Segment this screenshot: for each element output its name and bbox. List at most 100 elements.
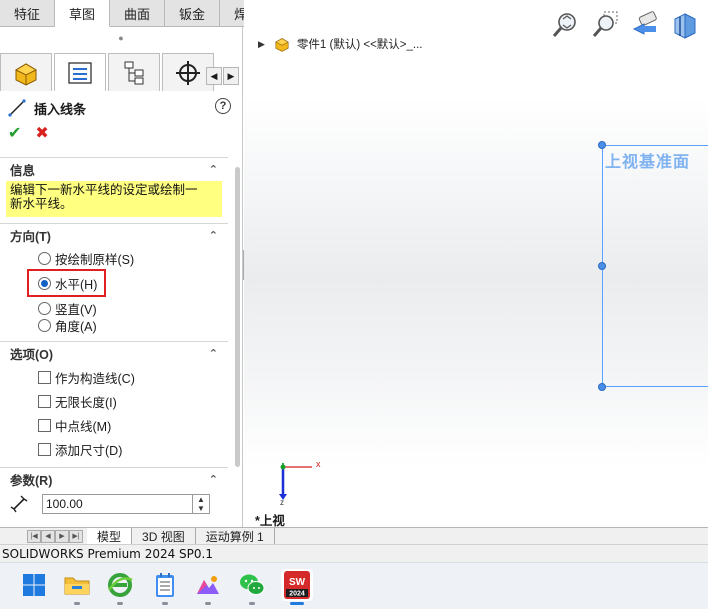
scroll-right-icon[interactable]: ▶ <box>223 67 239 85</box>
info-group-header[interactable]: 信息 ⌃ <box>0 157 228 181</box>
manager-tab-scroll: ◀ ▶ <box>205 67 239 85</box>
options-group-header[interactable]: 选项(O) ⌃ <box>0 341 228 365</box>
collapse-caret-icon[interactable]: ⌃ <box>209 229 218 242</box>
radio-button[interactable] <box>38 301 51 315</box>
length-spinner[interactable]: ▲ ▼ <box>192 495 209 513</box>
wechat-icon[interactable] <box>236 569 268 601</box>
checkbox-construction[interactable]: 作为构造线(C) <box>38 368 135 386</box>
feature-manager-tab[interactable] <box>0 53 52 91</box>
line-tool-icon <box>8 99 26 117</box>
browser-icon[interactable] <box>104 569 136 601</box>
configuration-manager-tab[interactable] <box>108 53 160 91</box>
direction-heading: 方向(T) <box>10 230 51 244</box>
info-message: 编辑下一新水平线的设定或绘制一 新水平线。 <box>6 181 222 217</box>
solidworks-icon[interactable]: SW 2024 <box>281 569 313 601</box>
ok-check-icon[interactable]: ✔ <box>8 123 21 143</box>
prev-tab-icon[interactable]: ◀ <box>41 529 55 543</box>
first-tab-icon[interactable]: |◀ <box>27 529 41 543</box>
checkbox[interactable] <box>38 394 51 408</box>
part-name[interactable]: 零件1 (默认) <<默认>_... <box>297 36 423 52</box>
checkbox[interactable] <box>38 370 51 384</box>
info-text-line-2: 新水平线。 <box>10 197 73 211</box>
checkbox-add-dimensions[interactable]: 添加尺寸(D) <box>38 440 122 458</box>
plane-handle-icon[interactable] <box>598 262 606 270</box>
tab-motion-study[interactable]: 运动算例 1 <box>196 527 275 545</box>
checkbox-label: 中点线(M) <box>55 419 112 434</box>
checkbox-infinite-length[interactable]: 无限长度(I) <box>38 392 117 410</box>
manager-tabs: ◀ ▶ <box>0 51 242 91</box>
ok-cancel-bar: ✔ ✖ <box>8 123 49 143</box>
previous-view-icon[interactable] <box>630 10 660 40</box>
spin-up-icon[interactable]: ▲ <box>197 495 205 504</box>
tab-nav-arrows: |◀ ◀ ▶ ▶| <box>27 529 83 543</box>
tab-sheet-metal[interactable]: 钣金 <box>165 0 221 26</box>
options-group: 选项(O) ⌃ 作为构造线(C) 无限长度(I) 中点线(M) 添加尺寸(D) <box>0 341 228 467</box>
radio-label: 按绘制原样(S) <box>55 252 135 267</box>
zoom-to-area-icon[interactable] <box>590 10 620 40</box>
tab-sketch[interactable]: 草图 <box>55 0 111 27</box>
checkbox-midpoint-line[interactable]: 中点线(M) <box>38 416 111 434</box>
checkbox-label: 无限长度(I) <box>55 395 117 410</box>
active-indicator <box>290 602 304 605</box>
radio-button[interactable] <box>38 251 51 265</box>
radio-vertical[interactable]: 竖直(V) <box>38 299 97 317</box>
tab-features[interactable]: 特征 <box>0 0 56 26</box>
heads-up-view-toolbar <box>550 10 700 40</box>
expand-arrow-icon[interactable]: ▶ <box>258 39 265 50</box>
tab-surfaces[interactable]: 曲面 <box>110 0 166 26</box>
status-bar: SOLIDWORKS Premium 2024 SP0.1 <box>0 544 708 562</box>
page-title: 插入线条 <box>34 101 87 117</box>
radio-button-selected[interactable] <box>38 276 51 290</box>
tab-model[interactable]: 模型 <box>87 527 133 545</box>
radio-button[interactable] <box>38 318 51 332</box>
reference-triad: x z <box>268 458 338 508</box>
direction-group-header[interactable]: 方向(T) ⌃ <box>0 223 228 247</box>
property-manager-tab[interactable] <box>54 53 106 91</box>
spin-down-icon[interactable]: ▼ <box>197 504 205 513</box>
length-value: 100.00 <box>46 497 83 511</box>
plane-handle-icon[interactable] <box>598 141 606 149</box>
checkbox[interactable] <box>38 418 51 432</box>
pane-grip-icon[interactable]: ● <box>0 27 242 49</box>
running-indicator <box>249 602 255 605</box>
scrollbar-thumb[interactable] <box>235 167 240 467</box>
plane-label: 上视基准面 <box>605 154 691 171</box>
plane-handle-icon[interactable] <box>598 383 606 391</box>
options-heading: 选项(O) <box>10 348 54 362</box>
next-tab-icon[interactable]: ▶ <box>55 529 69 543</box>
radio-angle[interactable]: 角度(A) <box>38 316 97 334</box>
radio-horizontal[interactable]: 水平(H) <box>38 274 97 292</box>
checkbox[interactable] <box>38 442 51 456</box>
parameters-group: 参数(R) ⌃ 100.00 ▲ ▼ <box>0 467 228 527</box>
section-view-icon[interactable] <box>670 10 700 40</box>
collapse-caret-icon[interactable]: ⌃ <box>209 473 218 486</box>
direction-group: 方向(T) ⌃ 按绘制原样(S) 水平(H) 竖直(V) 角度(A) <box>0 223 228 335</box>
triad-axes-icon <box>279 463 312 500</box>
checkbox-label: 作为构造线(C) <box>55 371 135 386</box>
solidworks-year-text: 2024 <box>289 591 305 598</box>
vertical-scrollbar[interactable] <box>234 157 241 517</box>
scroll-left-icon[interactable]: ◀ <box>206 67 222 85</box>
part-icon <box>14 62 38 86</box>
running-indicator <box>74 602 80 605</box>
top-plane-outline[interactable] <box>602 145 708 387</box>
property-list-icon <box>68 61 92 84</box>
crosshair-icon <box>176 60 200 85</box>
help-icon[interactable]: ? <box>215 98 231 114</box>
file-explorer-icon[interactable] <box>61 569 93 601</box>
radio-as-sketched[interactable]: 按绘制原样(S) <box>38 249 134 267</box>
collapse-caret-icon[interactable]: ⌃ <box>209 347 218 360</box>
collapse-caret-icon[interactable]: ⌃ <box>209 163 218 176</box>
notepad-icon[interactable] <box>149 569 181 601</box>
image-app-icon[interactable] <box>192 569 224 601</box>
zoom-to-fit-icon[interactable] <box>550 10 580 40</box>
tab-3d-views[interactable]: 3D 视图 <box>132 527 196 545</box>
last-tab-icon[interactable]: ▶| <box>69 529 83 543</box>
triad-z-label: z <box>280 498 284 507</box>
parameters-group-header[interactable]: 参数(R) ⌃ <box>0 467 228 491</box>
windows-start-icon[interactable] <box>18 569 50 601</box>
cancel-x-icon[interactable]: ✖ <box>35 123 48 143</box>
length-input[interactable]: 100.00 ▲ ▼ <box>42 494 210 514</box>
info-text-line-1: 编辑下一新水平线的设定或绘制一 <box>10 183 198 197</box>
running-indicator <box>205 602 211 605</box>
